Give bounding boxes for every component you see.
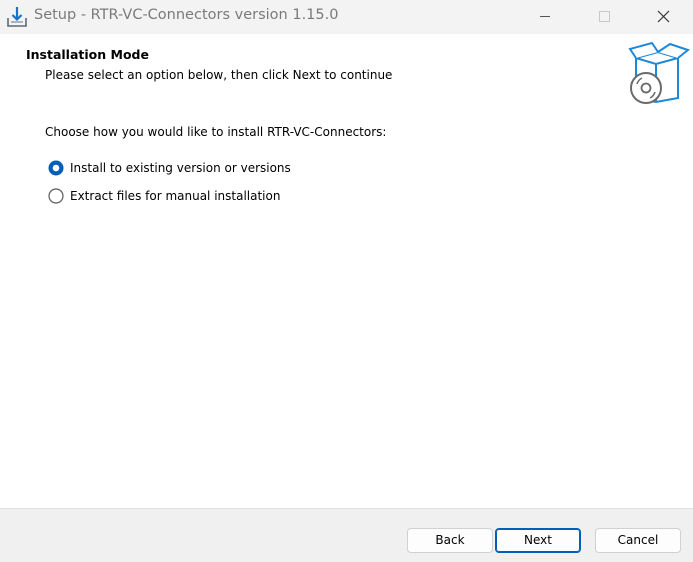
maximize-icon xyxy=(599,11,610,22)
setup-window: Setup - RTR-VC-Connectors version 1.15.0… xyxy=(0,0,693,562)
option-install-existing[interactable]: Install to existing version or versions xyxy=(48,159,291,177)
close-button[interactable] xyxy=(640,0,686,34)
window-title: Setup - RTR-VC-Connectors version 1.15.0 xyxy=(34,7,339,23)
option-label: Install to existing version or versions xyxy=(70,161,291,175)
minimize-button[interactable] xyxy=(522,0,568,34)
install-prompt: Choose how you would like to install RTR… xyxy=(45,125,387,139)
minimize-icon xyxy=(540,16,550,17)
cancel-button[interactable]: Cancel xyxy=(595,528,681,553)
radio-unselected-icon[interactable] xyxy=(48,188,64,204)
option-label: Extract files for manual installation xyxy=(70,189,281,203)
back-button[interactable]: Back xyxy=(407,528,493,553)
page-title: Installation Mode xyxy=(26,47,149,62)
page-subtitle: Please select an option below, then clic… xyxy=(45,68,393,82)
box-disc-icon xyxy=(626,40,691,104)
wizard-footer: Back Next Cancel xyxy=(0,508,693,562)
option-extract-files[interactable]: Extract files for manual installation xyxy=(48,187,280,205)
maximize-button[interactable] xyxy=(581,0,627,34)
close-icon xyxy=(657,10,670,23)
radio-selected-icon[interactable] xyxy=(48,160,64,176)
title-bar[interactable]: Setup - RTR-VC-Connectors version 1.15.0 xyxy=(0,0,693,34)
setup-download-icon xyxy=(6,6,28,28)
next-button[interactable]: Next xyxy=(495,528,581,553)
wizard-header: Installation Mode Please select an optio… xyxy=(0,34,693,104)
